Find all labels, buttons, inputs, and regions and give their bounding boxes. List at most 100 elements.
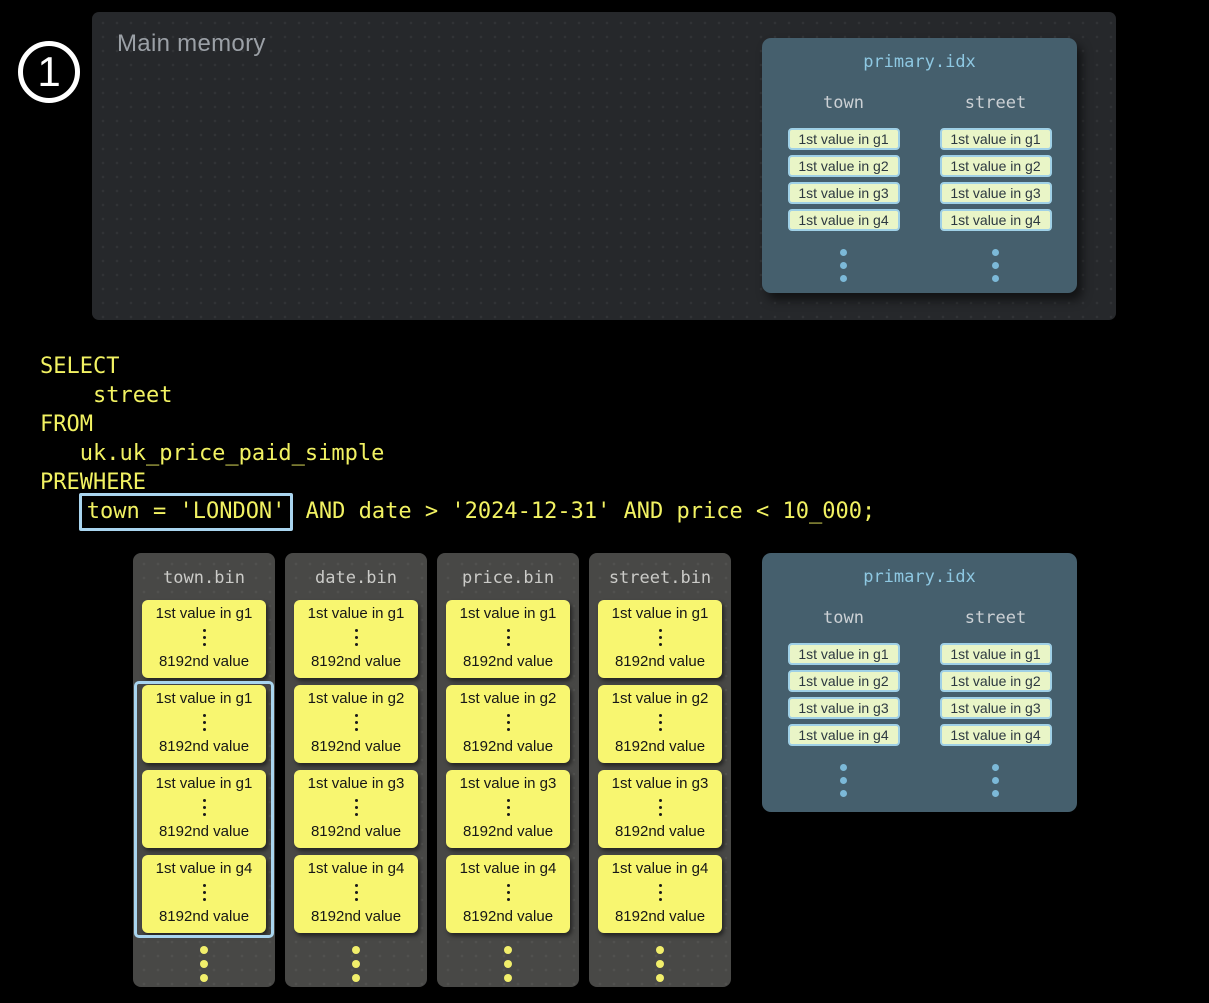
granule-block: 1st value in g28192nd value <box>598 685 722 763</box>
dot <box>355 884 358 887</box>
index-mark-chip: 1st value in g3 <box>788 182 900 204</box>
sql-rest: AND date > '2024-12-31' AND price < 10_0… <box>292 499 875 524</box>
dot <box>659 728 662 731</box>
bin-file-street-bin: street.bin1st value in g18192nd value1st… <box>589 553 731 987</box>
granule-first-value: 1st value in g2 <box>308 690 405 707</box>
dot <box>659 643 662 646</box>
granule-ellipsis <box>659 627 662 648</box>
dot <box>659 799 662 802</box>
diagram-canvas: { "step_badge": { "number": "1" }, "main… <box>0 0 1209 1003</box>
sql-line: street <box>40 381 875 410</box>
index-mark-chip: 1st value in g4 <box>940 724 1052 746</box>
ellipsis-dots <box>840 761 847 800</box>
sql-line: FROM <box>40 410 875 439</box>
granule-first-value: 1st value in g3 <box>612 775 709 792</box>
granule-first-value: 1st value in g4 <box>308 860 405 877</box>
granule-first-value: 1st value in g1 <box>156 690 253 707</box>
bin-file-title: town.bin <box>133 553 275 588</box>
dot <box>659 891 662 894</box>
more-granules-dots <box>589 943 731 985</box>
dot <box>659 884 662 887</box>
dot <box>203 714 206 717</box>
bin-file-price-bin: price.bin1st value in g18192nd value1st … <box>437 553 579 987</box>
ellipsis-dots <box>992 246 999 285</box>
sql-line: town = 'LONDON' AND date > '2024-12-31' … <box>40 497 875 527</box>
granule-last-value: 8192nd value <box>463 908 553 925</box>
dot <box>992 262 999 269</box>
dot <box>203 884 206 887</box>
granule-ellipsis <box>507 882 510 903</box>
step-number-badge: 1 <box>18 41 80 103</box>
dot <box>203 636 206 639</box>
dot <box>355 799 358 802</box>
index-mark-chip: 1st value in g1 <box>788 128 900 150</box>
granule-last-value: 8192nd value <box>159 823 249 840</box>
dot <box>840 764 847 771</box>
granule-block: 1st value in g18192nd value <box>294 600 418 678</box>
dot <box>352 974 360 982</box>
index-mark-chip: 1st value in g1 <box>788 643 900 665</box>
dot <box>507 728 510 731</box>
granule-last-value: 8192nd value <box>615 908 705 925</box>
dot <box>656 946 664 954</box>
granule-block: 1st value in g18192nd value <box>598 600 722 678</box>
dot <box>355 643 358 646</box>
granule-block: 1st value in g48192nd value <box>446 855 570 933</box>
index-mark-chip: 1st value in g3 <box>788 697 900 719</box>
primary-idx-panel-disk: primary.idxtown1st value in g11st value … <box>762 553 1077 812</box>
granule-last-value: 8192nd value <box>311 823 401 840</box>
dot <box>992 764 999 771</box>
bin-files-row: town.bin1st value in g18192nd value1st v… <box>133 553 731 987</box>
more-granules-dots <box>133 943 275 985</box>
index-mark-chip: 1st value in g4 <box>788 209 900 231</box>
granule-first-value: 1st value in g2 <box>612 690 709 707</box>
column-header-town: town <box>823 608 864 628</box>
primary-idx-column-street: street1st value in g11st value in g21st … <box>940 608 1052 800</box>
step-number: 1 <box>37 48 60 96</box>
granule-first-value: 1st value in g1 <box>156 775 253 792</box>
dot <box>507 629 510 632</box>
granule-first-value: 1st value in g1 <box>308 605 405 622</box>
index-mark-chip: 1st value in g4 <box>788 724 900 746</box>
dot <box>507 813 510 816</box>
column-header-street: street <box>965 93 1026 113</box>
granule-list: 1st value in g1 8192nd value 1st value in … <box>133 600 275 933</box>
bin-file-title: price.bin <box>437 553 579 588</box>
dot <box>840 275 847 282</box>
dot <box>504 960 512 968</box>
dot <box>200 960 208 968</box>
granule-last-value: 8192nd value <box>311 908 401 925</box>
granule-block: 1st value in g4 8192nd value <box>294 855 418 933</box>
dot <box>355 891 358 894</box>
dot <box>659 813 662 816</box>
granule-ellipsis <box>355 882 358 903</box>
granule-first-value: 1st value in g3 <box>460 775 557 792</box>
dot <box>203 721 206 724</box>
main-memory-panel: Main memory primary.idx town1st value in … <box>92 12 1116 320</box>
dot <box>355 806 358 809</box>
granule-ellipsis <box>507 712 510 733</box>
granule-ellipsis <box>355 797 358 818</box>
granule-ellipsis <box>507 627 510 648</box>
granule-last-value: 8192nd value <box>311 738 401 755</box>
sql-line: SELECT <box>40 352 875 381</box>
granule-ellipsis <box>659 712 662 733</box>
granule-first-value: 1st value in g4 <box>612 860 709 877</box>
granule-first-value: 1st value in g2 <box>460 690 557 707</box>
dot <box>352 960 360 968</box>
primary-idx-column-town: town1st value in g11st value in g21st va… <box>788 93 900 285</box>
dot <box>203 898 206 901</box>
granule-ellipsis <box>659 882 662 903</box>
sql-line: uk.uk_price_paid_simple <box>40 439 875 468</box>
dot <box>504 946 512 954</box>
dot <box>656 960 664 968</box>
primary-idx-title: primary.idx <box>762 38 1077 72</box>
index-mark-chip: 1st value in g3 <box>940 182 1052 204</box>
granule-ellipsis <box>203 882 206 903</box>
dot <box>992 275 999 282</box>
dot <box>507 714 510 717</box>
main-memory-title: Main memory <box>117 30 266 58</box>
granule-first-value: 1st value in g1 <box>460 605 557 622</box>
index-mark-chip: 1st value in g2 <box>788 670 900 692</box>
primary-idx-columns: town 1st value in g1 1st value in g2 1st va… <box>762 608 1077 800</box>
